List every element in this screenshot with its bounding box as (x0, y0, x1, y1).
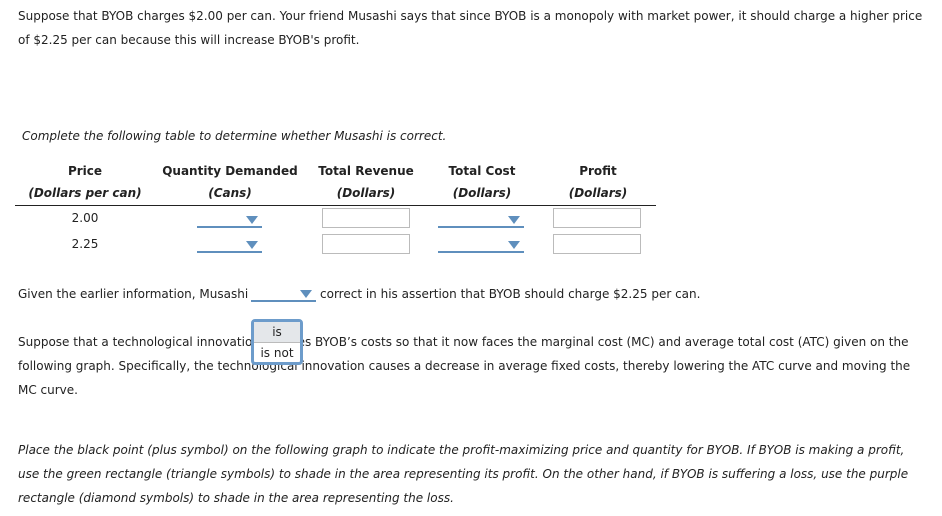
price-cell: 2.00 (71, 211, 99, 225)
header-quantity: Quantity Demanded (162, 164, 298, 178)
assertion-text-after: correct in his assertion that BYOB shoul… (320, 287, 701, 301)
chevron-down-icon (300, 290, 312, 298)
total-cost-dropdown[interactable] (438, 212, 524, 228)
header-revenue-unit: (Dollars) (336, 186, 396, 200)
option-is[interactable]: is (254, 322, 300, 343)
chevron-down-icon (508, 241, 520, 249)
table-divider (15, 205, 656, 206)
header-price: Price (67, 164, 103, 178)
place-line: Place the black point (plus symbol) on t… (18, 443, 905, 457)
innovation-line: MC curve. (18, 383, 78, 397)
table-instruction: Complete the following table to determin… (22, 129, 447, 143)
assertion-text-before: Given the earlier information, Musashi (18, 287, 249, 301)
assertion-dropdown[interactable] (251, 286, 316, 302)
innovation-line: Suppose that a technological innovation … (18, 335, 909, 349)
chevron-down-icon (246, 216, 258, 224)
total-cost-dropdown[interactable] (438, 237, 524, 253)
quantity-dropdown[interactable] (197, 237, 262, 253)
intro-line: Suppose that BYOB charges $2.00 per can.… (18, 9, 923, 23)
place-line: use the green rectangle (triangle symbol… (18, 467, 909, 481)
chevron-down-icon (246, 241, 258, 249)
profit-input[interactable] (553, 208, 641, 228)
header-quantity-unit: (Cans) (208, 186, 252, 200)
assertion-options-popup: is is not (251, 319, 303, 365)
place-line: rectangle (diamond symbols) to shade in … (18, 491, 454, 505)
header-cost-unit: (Dollars) (452, 186, 512, 200)
header-revenue: Total Revenue (318, 164, 414, 178)
header-cost: Total Cost (448, 164, 516, 178)
innovation-line: following graph. Specifically, the techn… (18, 359, 911, 373)
header-profit-unit: (Dollars) (568, 186, 628, 200)
chevron-down-icon (508, 216, 520, 224)
intro-line: of $2.25 per can because this will incre… (18, 33, 360, 47)
header-profit: Profit (579, 164, 617, 178)
price-cell: 2.25 (71, 237, 99, 251)
quantity-dropdown[interactable] (197, 212, 262, 228)
total-revenue-input[interactable] (322, 234, 410, 254)
profit-input[interactable] (553, 234, 641, 254)
option-is-not[interactable]: is not (254, 343, 300, 363)
header-price-unit: (Dollars per can) (28, 186, 142, 200)
total-revenue-input[interactable] (322, 208, 410, 228)
